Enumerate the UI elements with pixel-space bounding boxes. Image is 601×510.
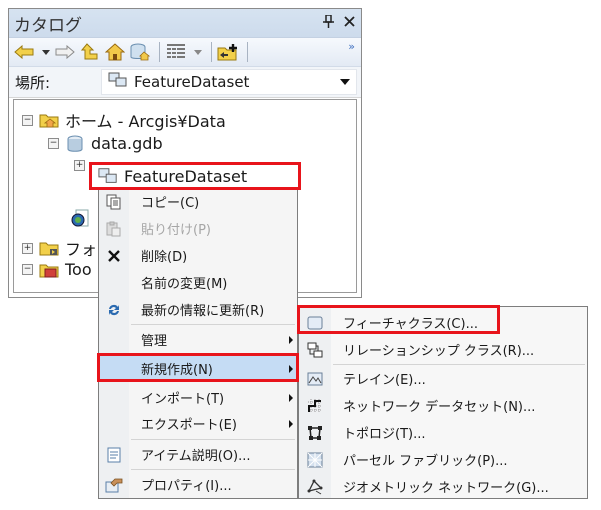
location-dropdown[interactable]: FeatureDataset [101,69,357,95]
folder-connections-icon [39,239,59,257]
panel-title: カタログ [14,15,82,36]
forward-arrow-icon[interactable] [54,41,76,63]
menu-item-refresh[interactable]: 最新の情報に更新(R) [99,296,297,323]
location-label: 場所: [15,73,51,92]
submenu-item-network-dataset[interactable]: ネットワーク データセット(N)... [299,392,587,419]
back-dropdown-icon[interactable] [42,49,50,55]
submenu-item-feature-class[interactable]: フィーチャクラス(C)... [299,309,587,336]
submenu-arrow-icon [289,335,293,344]
submenu-item-geometric-network[interactable]: ジオメトリック ネットワーク(G)... [299,473,587,500]
tree-node-label: フォ [65,240,98,259]
submenu-arrow-icon [289,419,293,428]
tree-node-toolboxes[interactable]: − Too [22,260,92,279]
relationship-class-icon [299,342,331,358]
toolbar-separator [211,42,212,62]
feature-class-icon [299,316,331,330]
menu-item-export[interactable]: エクスポート(E) [99,410,297,437]
collapse-icon[interactable]: − [48,138,59,149]
paste-icon [99,221,129,237]
toolbar-overflow-button[interactable]: » [348,40,355,53]
collapse-icon[interactable]: − [22,264,33,275]
copy-icon [99,194,129,210]
new-submenu: フィーチャクラス(C)... リレーションシップ クラス(R)... テレイン(… [298,306,588,499]
connect-folder-icon[interactable] [217,41,239,63]
tree-node-expander-feature-dataset[interactable]: + [74,160,91,171]
geodatabase-icon [65,135,85,153]
tree-node-folder-connections[interactable]: + フォ [22,236,97,260]
expand-icon[interactable]: + [22,242,33,254]
menu-item-paste[interactable]: 貼り付け(P) [99,215,297,242]
menu-item-delete[interactable]: 削除(D) [99,242,297,269]
menu-separator [131,439,295,440]
tree-node-label: Too [65,260,92,279]
home-folder-icon [39,111,59,129]
parcel-fabric-icon [299,452,331,468]
menu-separator [131,469,295,470]
submenu-arrow-icon [289,364,293,373]
tree-node-feature-dataset[interactable]: FeatureDataset [90,164,298,188]
feature-dataset-icon [98,167,118,185]
pin-icon[interactable] [323,13,334,32]
collapse-icon[interactable]: − [22,114,33,126]
search-icon [70,209,90,228]
submenu-item-topology[interactable]: トポロジ(T)... [299,419,587,446]
chevron-down-icon[interactable] [340,79,350,85]
tree-node-label: FeatureDataset [124,166,248,186]
terrain-icon [299,372,331,386]
menu-item-rename[interactable]: 名前の変更(M) [99,269,297,296]
home-icon[interactable] [104,41,126,63]
tree-node-search[interactable] [70,209,96,228]
expand-icon[interactable]: + [74,160,85,171]
location-value: FeatureDataset [134,73,250,91]
tree-node-label: data.gdb [91,134,163,153]
tree-node-home[interactable]: − ホーム - Arcgis¥Data [22,108,226,132]
view-dropdown-icon[interactable] [194,49,202,55]
toolboxes-icon [39,261,59,279]
geometric-network-icon [299,479,331,495]
item-description-icon [99,447,129,463]
tree-node-label: ホーム - Arcgis¥Data [65,112,226,131]
context-menu: コピー(C) 貼り付け(P) 削除(D) 名前の変更(M) 最新の情報に更新(R… [98,187,298,499]
back-arrow-icon[interactable] [13,41,35,63]
topology-icon [299,425,331,441]
menu-item-copy[interactable]: コピー(C) [99,188,297,215]
default-geodatabase-icon[interactable] [129,41,151,63]
toolbar-separator [247,42,248,62]
submenu-item-parcel-fabric[interactable]: パーセル ファブリック(P)... [299,446,587,473]
network-dataset-icon [299,398,331,414]
toolbar-separator [159,42,160,62]
location-bar: 場所: FeatureDataset [9,67,361,98]
menu-item-import[interactable]: インポート(T) [99,384,297,411]
submenu-arrow-icon [289,393,293,402]
menu-item-item-description[interactable]: アイテム説明(O)... [99,441,297,468]
menu-item-new[interactable]: 新規作成(N) [99,355,297,382]
menu-item-manage[interactable]: 管理 [99,326,297,353]
refresh-icon [99,303,129,317]
up-one-level-icon[interactable] [79,41,101,63]
submenu-item-relationship-class[interactable]: リレーションシップ クラス(R)... [299,336,587,363]
delete-icon [99,249,129,262]
properties-icon [99,477,129,493]
tree-node-gdb[interactable]: − data.gdb [48,134,163,153]
menu-item-properties[interactable]: プロパティ(I)... [99,471,297,498]
panel-titlebar: カタログ [9,9,361,38]
feature-dataset-icon [108,72,128,92]
menu-separator [131,324,295,325]
catalog-toolbar: » [9,38,361,67]
view-toggle-icon[interactable] [165,41,187,63]
close-icon[interactable] [344,15,355,31]
submenu-item-terrain[interactable]: テレイン(E)... [299,365,587,392]
